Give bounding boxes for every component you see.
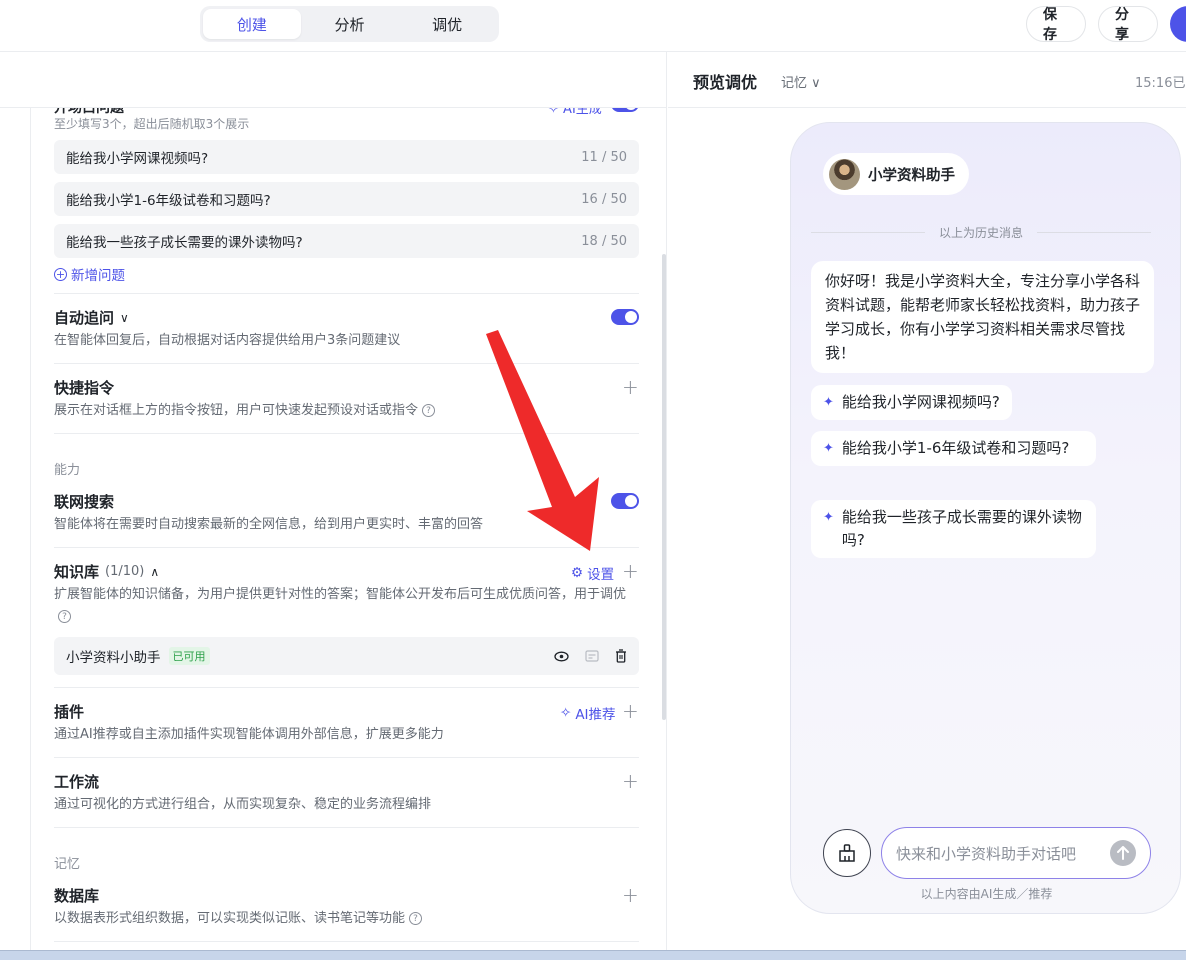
chevron-down-icon: ∨	[120, 310, 129, 325]
divider	[54, 547, 639, 548]
greeting-message: 你好呀！我是小学资料大全，专注分享小学各科资料试题，能帮老师家长轻松找资料，助力…	[811, 261, 1154, 373]
knowledge-item-row[interactable]: 小学资料小助手 已可用	[54, 637, 639, 675]
web-search-title: 联网搜索	[54, 493, 115, 511]
share-button[interactable]: 分享	[1098, 6, 1158, 43]
suggestion-chip[interactable]: ✦ 能给我小学1-6年级试卷和习题吗?	[811, 431, 1096, 466]
divider	[54, 433, 639, 434]
divider	[54, 293, 639, 294]
save-button[interactable]: 保存	[1026, 6, 1086, 43]
suggestion-chip[interactable]: ✦ 能给我小学网课视频吗?	[811, 385, 1012, 420]
trash-icon[interactable]	[615, 649, 627, 663]
clear-context-button[interactable]	[823, 829, 871, 877]
sparkle-icon: ✦	[823, 510, 834, 525]
knowledge-item-name: 小学资料小助手	[66, 650, 161, 666]
bot-name: 小学资料助手	[868, 167, 955, 184]
divider	[54, 363, 639, 364]
divider	[54, 757, 639, 758]
chevron-up-icon: ∧	[150, 564, 160, 579]
config-panel: 开场白问题 ✧ AI生成 至少填写3个，超出后随机取3个展示 能给我小学网课视频…	[0, 52, 667, 950]
tab-create[interactable]: 创建	[203, 9, 301, 39]
ability-group-label: 能力	[54, 463, 81, 478]
bot-name-pill[interactable]: 小学资料助手	[823, 153, 969, 195]
auto-followup-desc: 在智能体回复后，自动根据对话内容提供给用户3条问题建议	[54, 333, 401, 348]
add-plugin-plus-icon[interactable]: +	[622, 701, 639, 721]
opening-question-row[interactable]: 能给我小学网课视频吗? 11 / 50	[54, 140, 639, 174]
web-search-desc: 智能体将在需要时自动搜索最新的全网信息，给到用户更实时、丰富的回答	[54, 517, 484, 532]
taskbar	[0, 950, 1186, 960]
opening-questions-hint: 至少填写3个，超出后随机取3个展示	[54, 117, 250, 131]
auto-followup-toggle[interactable]	[611, 309, 639, 325]
opening-question-text: 能给我小学网课视频吗?	[66, 151, 209, 167]
send-button[interactable]	[1110, 840, 1136, 866]
mode-tabs: 创建 分析 调优	[200, 6, 499, 42]
panel-guide-line	[30, 108, 31, 950]
config-panel-header	[0, 52, 666, 108]
chevron-down-icon: ∨	[811, 76, 821, 91]
memory-group-label: 记忆	[54, 857, 81, 872]
auto-followup-title[interactable]: 自动追问 ∨	[54, 307, 129, 328]
plugins-title: 插件	[54, 703, 85, 721]
database-title: 数据库	[54, 887, 100, 905]
sparkle-icon: ✦	[823, 441, 834, 456]
knowledge-desc: 扩展智能体的知识储备，为用户提供更针对性的答案；智能体公开发布后可生成优质问答，…	[54, 587, 627, 623]
brush-icon	[839, 844, 855, 862]
publish-button[interactable]	[1170, 6, 1186, 42]
add-circle-icon: +	[54, 267, 67, 281]
tab-analyze[interactable]: 分析	[301, 9, 399, 39]
preview-header: 预览调优 记忆 ∨ 15:16已	[668, 52, 1186, 108]
workflow-title: 工作流	[54, 773, 100, 791]
memory-dropdown[interactable]: 记忆 ∨	[781, 72, 821, 91]
knowledge-title[interactable]: 知识库 (1/10) ∧	[54, 561, 159, 582]
suggestion-chip[interactable]: ✦ 能给我一些孩子成长需要的课外读物吗?	[811, 500, 1096, 558]
database-desc: 以数据表形式组织数据，可以实现类似记账、读书笔记等功能?	[54, 908, 639, 930]
opening-question-count: 16 / 50	[581, 191, 627, 207]
arrow-up-icon	[1117, 846, 1129, 860]
status-badge: 已可用	[168, 647, 210, 665]
add-shortcut-plus-icon[interactable]: +	[622, 377, 639, 397]
opening-question-text: 能给我小学1-6年级试卷和习题吗?	[66, 193, 271, 209]
add-question-button[interactable]: + 新增问题	[54, 264, 125, 284]
help-icon[interactable]: ?	[409, 912, 423, 925]
avatar	[829, 158, 860, 190]
card-icon[interactable]	[585, 650, 599, 662]
workflow-desc: 通过可视化的方式进行组合，从而实现复杂、稳定的业务流程编排	[54, 797, 432, 812]
knowledge-settings-button[interactable]: ⚙ 设置	[571, 563, 614, 583]
top-bar: 创建 分析 调优 保存 分享	[0, 0, 1186, 52]
help-icon[interactable]: ?	[58, 610, 71, 623]
preview-phone: 小学资料助手 以上为历史消息 你好呀！我是小学资料大全，专注分享小学各科资料试题…	[790, 122, 1181, 914]
sparkle-icon: ✧	[560, 705, 572, 721]
web-search-toggle[interactable]	[611, 493, 639, 509]
config-panel-scrollbar[interactable]	[662, 254, 666, 720]
add-knowledge-plus-icon[interactable]: +	[622, 561, 639, 581]
divider	[54, 687, 639, 688]
eye-icon[interactable]	[554, 651, 569, 662]
ai-generated-note: 以上内容由AI生成／推荐	[920, 887, 1053, 901]
chat-input[interactable]: 快来和小学资料助手对话吧	[881, 827, 1151, 879]
add-workflow-plus-icon[interactable]: +	[622, 771, 639, 791]
help-icon[interactable]: ?	[422, 404, 436, 417]
divider	[54, 827, 639, 828]
divider	[54, 941, 639, 942]
shortcuts-desc: 展示在对话框上方的指令按钮，用户可快速发起预设对话或指令?	[54, 400, 639, 422]
opening-question-row[interactable]: 能给我一些孩子成长需要的课外读物吗? 18 / 50	[54, 224, 639, 258]
preview-title: 预览调优	[693, 73, 758, 92]
shortcuts-title: 快捷指令	[54, 379, 115, 397]
settings-icon: ⚙	[571, 565, 584, 581]
opening-question-row[interactable]: 能给我小学1-6年级试卷和习题吗? 16 / 50	[54, 182, 639, 216]
add-database-plus-icon[interactable]: +	[622, 885, 639, 905]
plugins-ai-recommend-button[interactable]: ✧ AI推荐	[560, 703, 616, 723]
sparkle-icon: ✦	[823, 395, 834, 410]
opening-question-count: 18 / 50	[581, 233, 627, 249]
history-separator: 以上为历史消息	[811, 224, 1152, 241]
tab-tune[interactable]: 调优	[398, 9, 496, 39]
opening-question-text: 能给我一些孩子成长需要的课外读物吗?	[66, 235, 303, 251]
chat-input-placeholder: 快来和小学资料助手对话吧	[896, 844, 1077, 863]
plugins-desc: 通过AI推荐或自主添加插件实现智能体调用外部信息，扩展更多能力	[54, 727, 444, 742]
knowledge-count: (1/10)	[105, 564, 145, 579]
opening-question-count: 11 / 50	[581, 149, 627, 165]
saved-time: 15:16已	[1135, 76, 1186, 91]
